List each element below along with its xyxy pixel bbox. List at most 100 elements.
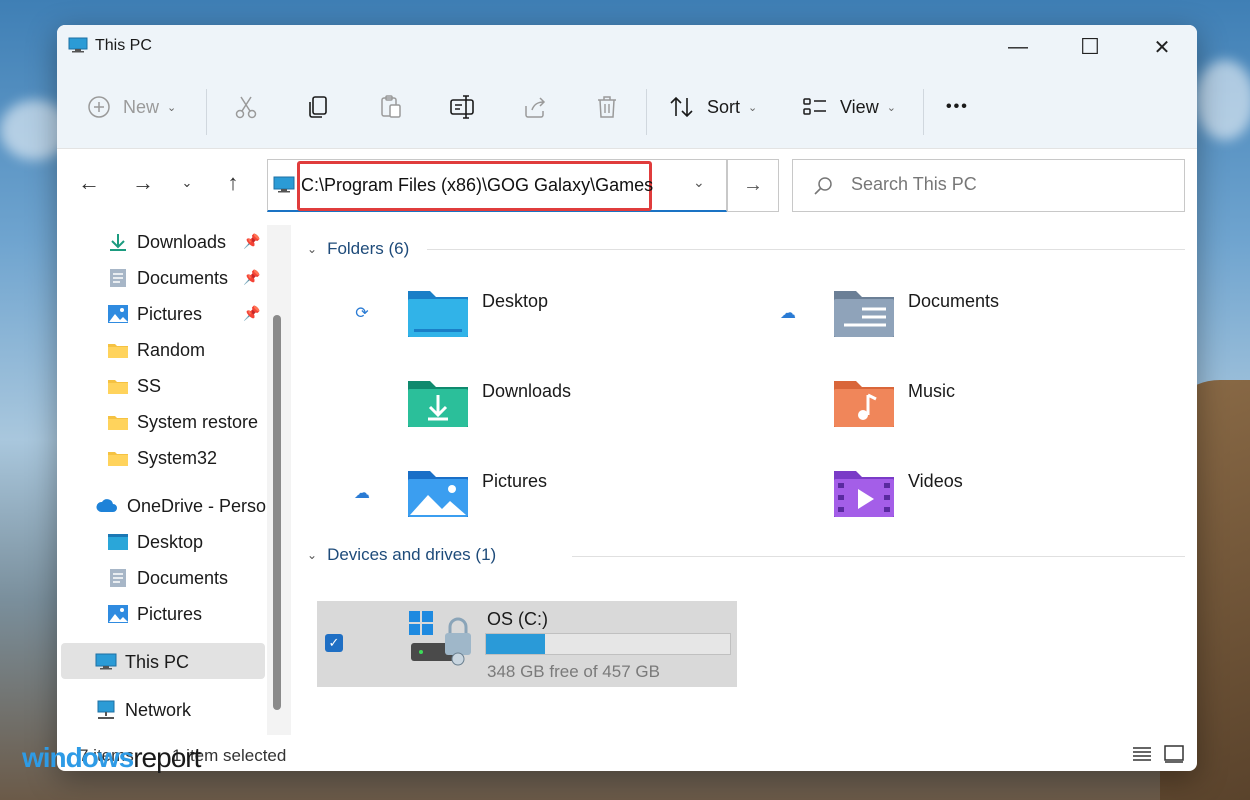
maximize-button[interactable]: ☐ xyxy=(1055,25,1125,69)
toolbar-divider xyxy=(206,89,207,135)
address-path-text[interactable]: C:\Program Files (x86)\GOG Galaxy\Games xyxy=(301,175,653,196)
folder-icon xyxy=(108,380,128,394)
sidebar-item-this-pc[interactable]: This PC xyxy=(95,645,189,679)
trash-icon xyxy=(598,96,616,118)
videos-folder-icon xyxy=(834,471,894,517)
cloud-status-icon: ☁ xyxy=(354,485,370,502)
search-box[interactable] xyxy=(792,159,1185,212)
new-button[interactable]: New ⌄ xyxy=(87,87,176,127)
folder-label: Pictures xyxy=(482,471,548,491)
close-button[interactable]: ✕ xyxy=(1127,25,1197,69)
search-input[interactable] xyxy=(851,174,1171,195)
folder-tile-pictures[interactable]: ☁ Pictures xyxy=(352,465,752,545)
back-button[interactable]: ← xyxy=(73,167,105,199)
sidebar-item-label: OneDrive - Persor xyxy=(127,495,273,516)
sidebar-item-pictures[interactable]: Pictures xyxy=(107,297,202,331)
file-explorer-window: This PC — ☐ ✕ New ⌄ Sort ⌄ View ⌄ ••• ← … xyxy=(57,25,1197,771)
folder-tile-videos[interactable]: Videos xyxy=(778,465,1178,545)
folder-icon xyxy=(108,416,128,430)
view-button[interactable]: View ⌄ xyxy=(802,87,896,127)
address-dropdown-icon[interactable]: ⌄ xyxy=(693,174,705,191)
folder-tile-music[interactable]: Music xyxy=(778,375,1178,455)
folder-label: Videos xyxy=(908,471,963,491)
sort-button[interactable]: Sort ⌄ xyxy=(669,87,757,127)
cloud-icon xyxy=(96,499,117,512)
sort-label: Sort xyxy=(707,96,741,117)
paste-button[interactable] xyxy=(378,87,404,127)
sidebar-item-onedrive-desktop[interactable]: Desktop xyxy=(107,525,203,559)
sidebar-item-label: This PC xyxy=(125,651,190,672)
folders-section-header[interactable]: ⌄ Folders (6) xyxy=(307,239,409,259)
sidebar-item-system32[interactable]: System32 xyxy=(107,441,217,475)
drive-free-space: 348 GB free of 457 GB xyxy=(487,662,660,681)
chevron-down-icon: ⌄ xyxy=(307,242,318,256)
music-folder-icon xyxy=(834,381,894,427)
sidebar-item-label: Desktop xyxy=(137,531,204,552)
drive-tile-c[interactable]: ✓ OS (C:) 348 GB free of 457 GB xyxy=(317,601,737,687)
go-button[interactable]: → xyxy=(727,159,779,212)
sidebar-item-onedrive-pictures[interactable]: Pictures xyxy=(107,597,202,631)
search-icon xyxy=(814,177,832,195)
picture-icon xyxy=(108,305,128,323)
copy-icon xyxy=(309,96,327,118)
cut-button[interactable] xyxy=(233,87,259,127)
clipboard-icon xyxy=(381,95,401,118)
sidebar-item-onedrive[interactable]: OneDrive - Persor xyxy=(95,489,272,523)
monitor-icon xyxy=(95,653,117,670)
folder-tile-desktop[interactable]: ⟳ Desktop xyxy=(352,285,752,365)
rename-icon xyxy=(450,95,474,119)
sidebar-item-ss[interactable]: SS xyxy=(107,369,161,403)
selection-checkbox[interactable]: ✓ xyxy=(325,634,343,652)
copy-button[interactable] xyxy=(306,87,332,127)
pin-icon[interactable]: 📌 xyxy=(243,269,260,286)
sidebar-item-system-restore[interactable]: System restore xyxy=(107,405,258,439)
folder-tile-documents[interactable]: ☁ Documents xyxy=(778,285,1178,365)
minimize-button[interactable]: — xyxy=(983,25,1053,69)
content-pane: ⌄ Folders (6) ⟳ Desktop ☁ Documents Down… xyxy=(297,225,1197,725)
sidebar-item-onedrive-documents[interactable]: Documents xyxy=(107,561,228,595)
close-icon: ✕ xyxy=(1153,36,1171,59)
drive-usage-fill xyxy=(486,634,545,654)
watermark-part2: report xyxy=(133,742,201,773)
view-list-icon xyxy=(803,98,826,115)
share-button[interactable] xyxy=(522,87,548,127)
sidebar-item-downloads[interactable]: Downloads xyxy=(107,225,226,259)
sidebar-item-network[interactable]: Network xyxy=(95,693,191,727)
drive-bitlocker-icon xyxy=(409,611,471,666)
rename-button[interactable] xyxy=(449,87,477,127)
folder-label: Downloads xyxy=(482,381,572,401)
sidebar-item-label: Network xyxy=(125,699,192,720)
sort-arrows-icon xyxy=(670,96,693,118)
pin-icon[interactable]: 📌 xyxy=(243,305,260,322)
scrollbar-thumb[interactable] xyxy=(273,315,281,710)
folder-icon xyxy=(108,452,128,466)
pin-icon[interactable]: 📌 xyxy=(243,233,260,250)
chevron-down-icon: ⌄ xyxy=(886,101,896,114)
toolbar-divider xyxy=(923,89,924,135)
drives-section-header[interactable]: ⌄ Devices and drives (1) xyxy=(307,545,496,565)
navigation-row: ← → ⌄ ↑ C:\Program Files (x86)\GOG Galax… xyxy=(57,149,1197,225)
sidebar-scrollbar[interactable] xyxy=(267,225,291,735)
delete-button[interactable] xyxy=(595,87,619,127)
tiles-view-icon[interactable] xyxy=(1163,744,1185,764)
more-options-button[interactable]: ••• xyxy=(946,87,969,127)
sidebar-item-documents[interactable]: Documents xyxy=(107,261,228,295)
title-bar: This PC — ☐ ✕ xyxy=(57,25,1197,69)
folder-tile-downloads[interactable]: Downloads xyxy=(352,375,752,455)
maximize-icon: ☐ xyxy=(1080,34,1100,59)
sync-icon: ⟳ xyxy=(355,305,369,322)
recent-locations-button[interactable]: ⌄ xyxy=(171,167,203,199)
forward-button[interactable]: → xyxy=(127,167,159,199)
document-icon xyxy=(110,569,126,587)
address-bar[interactable]: C:\Program Files (x86)\GOG Galaxy\Games … xyxy=(267,159,727,212)
minimize-icon: — xyxy=(1008,35,1028,58)
network-icon xyxy=(97,700,115,719)
window-title: This PC xyxy=(95,37,152,54)
sidebar-item-random[interactable]: Random xyxy=(107,333,205,367)
details-view-icon[interactable] xyxy=(1131,744,1153,764)
up-button[interactable]: ↑ xyxy=(217,167,249,199)
section-divider xyxy=(427,249,1185,250)
arrow-right-icon: → xyxy=(743,174,763,196)
sidebar-item-label: Pictures xyxy=(137,603,203,624)
checkmark-icon: ✓ xyxy=(328,635,340,650)
